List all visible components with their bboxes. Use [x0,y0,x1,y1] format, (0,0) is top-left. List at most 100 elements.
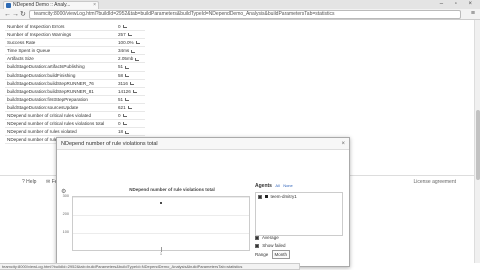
stat-row: NDepend number of critical rules violate… [5,112,145,121]
scrollbar-thumb[interactable] [476,110,480,180]
stat-label: buildStageDuration:buildStepRUNNER_81 [7,88,94,94]
agent-item[interactable]: teem-dmitry1 [256,193,342,200]
stat-label: buildStageDuration:artifactsPublishing [7,64,85,70]
y-tick-label: 100 [62,230,69,234]
agents-label: Agents [255,183,272,189]
reload-icon[interactable]: ↻ [20,10,26,19]
stat-label: buildStageDuration:buildStepRUNNER_76 [7,80,94,86]
average-option[interactable]: Average [255,234,279,241]
tab-title: NDepend Demo :: Analy... [13,2,71,8]
chart-icon[interactable] [135,57,140,61]
agent-color-swatch [265,195,269,198]
chart-plot-area[interactable] [72,196,250,252]
stat-value: 3116 [118,80,134,87]
stat-value: 2.05mb [118,55,140,62]
back-icon[interactable]: ← [4,10,11,19]
agent-name: teem-dmitry1 [270,194,297,199]
stat-label: Number of Inspection Errors [7,24,65,29]
stat-value: 0 [118,120,127,127]
chart-icon[interactable] [125,130,130,134]
agent-checkbox[interactable] [258,194,262,199]
chart-icon[interactable] [129,81,134,85]
close-icon[interactable]: × [341,138,345,150]
chart-icon[interactable] [132,90,137,94]
statistics-table: Number of Inspection Errors 0 Number of In… [5,23,145,145]
stat-row: buildStageDuration:buildStepRUNNER_81 141… [5,88,145,96]
browser-menu-icon[interactable]: ≡ [471,10,475,17]
stat-row: NDepend number of critical rules violati… [5,120,145,129]
y-tick-label: 200 [62,212,69,216]
status-bar: teamcity:8000/viewLog.html?buildId=2952&… [0,263,300,270]
browser-tab[interactable]: NDepend Demo :: Analy... × [3,1,99,9]
chart-icon[interactable] [125,98,130,102]
stat-label: Time Spent in Queue [7,48,51,54]
agents-none-link[interactable]: None [283,183,293,188]
stat-row: NDepend number of rules violated 18 [5,128,145,137]
stat-row: Artifacts Size 2.05mb [5,55,145,64]
chart-icon[interactable] [125,73,130,77]
address-text: teamcity:8000/viewLog.html?buildId=2952&… [34,11,335,17]
stat-row: buildStageDuration:buildStepRUNNER_76 311… [5,80,145,88]
stat-value: 100.0% [118,39,140,46]
chart-title: NDepend number of rule violations total [129,187,215,192]
stat-value: 51 [118,96,130,103]
show-failed-option[interactable]: Show failed [255,242,286,249]
chart-icon[interactable] [122,25,127,29]
stat-label: buildStageDuration:firstStepPreparation [7,96,88,102]
status-url: teamcity:8000/viewLog.html?buildId=2952&… [2,264,243,269]
range-option: Range Month [255,250,291,259]
average-checkbox[interactable] [255,235,259,240]
range-label: Range [255,252,269,257]
stat-label: Success Rate [7,40,36,46]
range-select[interactable]: Month [271,250,291,259]
window-controls[interactable]: – ▫ × [440,1,477,7]
stat-row: buildStageDuration:sourcesUpdate 621 [5,104,145,113]
stat-label: NDepend number of critical rules violati… [7,121,105,127]
y-tick-label: 300 [62,194,69,198]
browser-toolbar: ← → ↻ teamcity:8000/viewLog.html?buildId… [0,9,480,20]
grid-line [73,197,249,198]
chart-icon[interactable] [135,41,140,45]
stat-value: 0 [118,112,127,119]
help-link[interactable]: ? Help [22,176,36,188]
data-point[interactable] [160,201,162,204]
dialog-title: NDepend number of rule violations total [61,141,158,147]
teamcity-favicon-icon [6,3,11,8]
stat-row: buildStageDuration:firstStepPreparation 5… [5,96,145,104]
chart-icon[interactable] [127,106,132,110]
chart-icon[interactable] [131,49,136,53]
stat-row: Number of Inspection Errors 0 [5,23,145,32]
stat-value: 14126 [118,88,137,95]
feedback-icon: ✉ [46,179,51,185]
stat-row: buildStageDuration:artifactsPublishing 51 [5,63,145,72]
dialog-header: NDepend number of rule violations total … [57,138,349,150]
browser-titlebar: NDepend Demo :: Analy... × – ▫ × [0,0,480,9]
chart-dialog: NDepend number of rule violations total … [56,137,350,267]
stat-label: buildStageDuration:sourcesUpdate [7,104,79,110]
stat-value: 51 [118,63,130,70]
page-scrollbar[interactable] [474,20,480,263]
average-label: Average [262,235,279,240]
grid-line [73,215,249,216]
chart-icon[interactable] [125,65,130,69]
stat-value: 0 [118,23,127,30]
stat-value: 34ms [118,47,136,54]
stat-label: Number of Inspection Warnings [7,32,72,38]
forward-icon[interactable]: → [12,10,19,19]
chart-icon[interactable] [122,122,127,126]
agents-list: teem-dmitry1 [255,192,343,236]
agents-panel: Agents All None teem-dmitry1 [255,182,345,236]
stat-row: buildStageDuration:buildFinishing 58 [5,72,145,80]
x-tick-label: 1 [160,252,162,256]
stat-label: buildStageDuration:buildFinishing [7,72,76,78]
license-link[interactable]: License agreement [413,176,456,188]
chart-icon[interactable] [127,33,132,37]
stat-value: 58 [118,72,130,79]
tab-close-icon[interactable]: × [93,2,96,9]
stat-row: Time Spent in Queue 34ms [5,47,145,56]
chart-icon[interactable] [122,114,127,118]
show-failed-checkbox[interactable] [255,243,259,248]
grid-line [73,233,249,234]
agents-all-link[interactable]: All [275,183,279,188]
address-bar[interactable]: teamcity:8000/viewLog.html?buildId=2952&… [29,10,461,19]
